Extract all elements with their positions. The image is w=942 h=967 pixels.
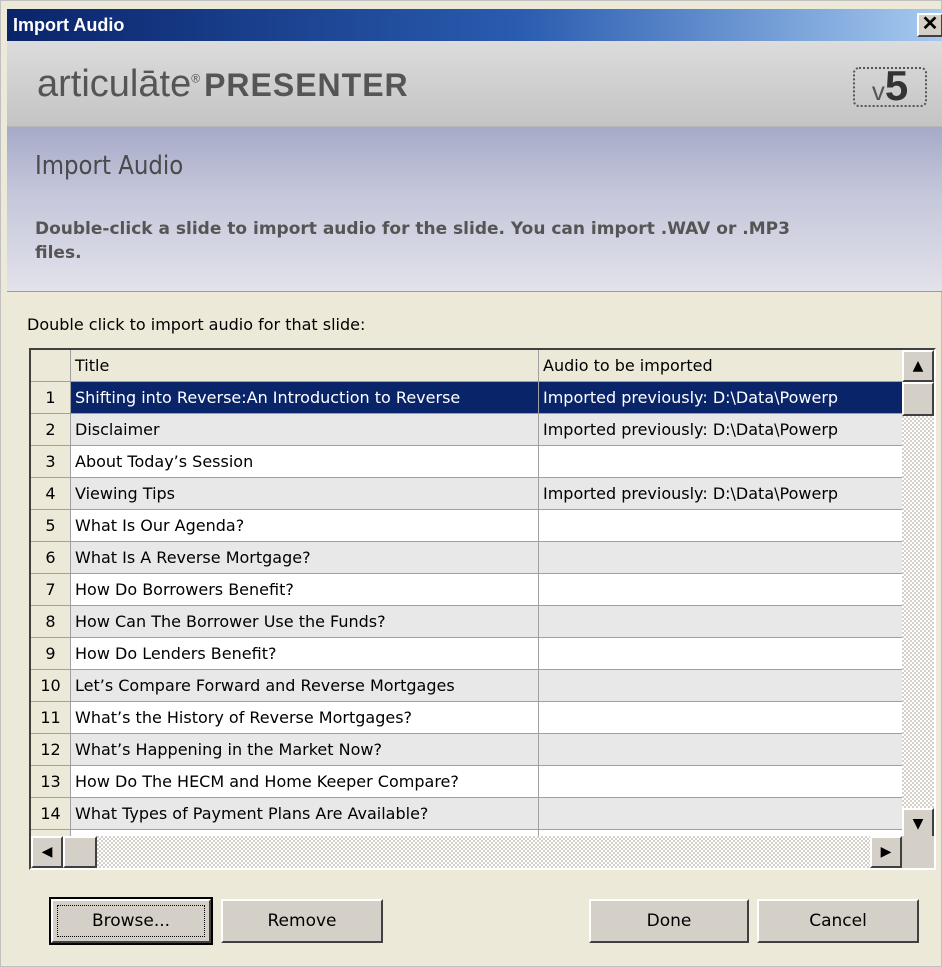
row-number: 5 — [31, 510, 71, 542]
dialog-header: Import Audio Double-click a slide to imp… — [7, 127, 942, 292]
vertical-scroll-thumb[interactable] — [902, 382, 934, 416]
audio-path-cell[interactable] — [539, 798, 902, 830]
logo-text-suffix: te — [159, 63, 192, 105]
scroll-left-icon[interactable]: ◀ — [31, 836, 63, 868]
row-number: 4 — [31, 478, 71, 510]
audio-path-cell[interactable] — [539, 702, 902, 734]
slide-title-cell[interactable]: What Is A Reverse Mortgage? — [71, 542, 539, 574]
column-header-number — [31, 350, 71, 382]
row-number: 11 — [31, 702, 71, 734]
slide-title-cell[interactable]: What Is Our Agenda? — [71, 510, 539, 542]
table-row[interactable]: 3 About Today’s Session — [31, 446, 902, 478]
row-number: 12 — [31, 734, 71, 766]
slide-title-cell[interactable]: How Do Lenders Benefit? — [71, 638, 539, 670]
audio-path-cell[interactable] — [539, 542, 902, 574]
slide-title-cell[interactable]: What’s Happening in the Market Now? — [71, 734, 539, 766]
version-badge: v5 — [853, 65, 927, 107]
logo-product-name: PRESENTER — [204, 67, 409, 103]
remove-button[interactable]: Remove — [221, 899, 383, 943]
version-prefix: v — [871, 76, 885, 106]
audio-path-cell[interactable] — [539, 606, 902, 638]
table-row[interactable]: 10 Let’s Compare Forward and Reverse Mort… — [31, 670, 902, 702]
audio-path-cell[interactable]: Imported previously: D:\Data\Powerp — [539, 414, 902, 446]
remove-button-label: Remove — [267, 911, 337, 931]
logo-registered-mark: ® — [191, 71, 201, 86]
horizontal-scrollbar[interactable]: ◀ ▶ — [31, 836, 902, 868]
audio-path-cell[interactable] — [539, 510, 902, 542]
table-row[interactable]: 11 What’s the History of Reverse Mortgage… — [31, 702, 902, 734]
cancel-button-label: Cancel — [809, 911, 867, 931]
slide-title-cell[interactable]: How Can The Borrower Use the Funds? — [71, 606, 539, 638]
slides-grid[interactable]: Title Audio to be imported 1 Shifting int… — [29, 348, 936, 870]
instruction-label: Double click to import audio for that sl… — [27, 315, 366, 334]
table-row[interactable]: 6 What Is A Reverse Mortgage? — [31, 542, 902, 574]
scroll-right-icon[interactable]: ▶ — [870, 836, 902, 868]
page-title: Import Audio — [35, 151, 184, 181]
audio-path-cell[interactable] — [539, 670, 902, 702]
row-number: 7 — [31, 574, 71, 606]
window-title: Import Audio — [13, 15, 125, 35]
table-row[interactable]: 2 Disclaimer Imported previously: D:\Data\… — [31, 414, 902, 446]
column-header-title[interactable]: Title — [71, 350, 539, 382]
slide-title-cell[interactable]: Viewing Tips — [71, 478, 539, 510]
scroll-up-icon[interactable]: ▲ — [902, 350, 934, 382]
done-button[interactable]: Done — [589, 899, 749, 943]
audio-path-cell[interactable] — [539, 574, 902, 606]
slide-title-cell[interactable]: About Today’s Session — [71, 446, 539, 478]
audio-path-cell[interactable] — [539, 638, 902, 670]
row-number: 6 — [31, 542, 71, 574]
table-row[interactable]: 8 How Can The Borrower Use the Funds? — [31, 606, 902, 638]
audio-path-cell[interactable] — [539, 446, 902, 478]
logo-text-a: ā — [138, 63, 160, 105]
audio-path-cell[interactable]: Imported previously: D:\Data\Powerp — [539, 478, 902, 510]
import-audio-dialog: Import Audio ✕ articulāte® PRESENTER v5 I… — [0, 0, 942, 967]
page-description: Double-click a slide to import audio for… — [35, 219, 790, 263]
row-number: 2 — [31, 414, 71, 446]
slide-title-cell[interactable]: Let’s Compare Forward and Reverse Mortga… — [71, 670, 539, 702]
vertical-scrollbar[interactable]: ▲ ▼ — [902, 350, 934, 840]
slide-title-cell[interactable]: Disclaimer — [71, 414, 539, 446]
grid-viewport: Title Audio to be imported 1 Shifting int… — [31, 350, 902, 840]
slide-title-cell[interactable]: How Do Borrowers Benefit? — [71, 574, 539, 606]
focus-rect — [57, 905, 205, 937]
close-icon[interactable]: ✕ — [917, 13, 942, 37]
row-number: 9 — [31, 638, 71, 670]
row-number: 8 — [31, 606, 71, 638]
audio-path-cell[interactable]: Imported previously: D:\Data\Powerp — [539, 382, 902, 414]
slide-title-cell[interactable]: What Types of Payment Plans Are Availabl… — [71, 798, 539, 830]
table-row[interactable]: 5 What Is Our Agenda? — [31, 510, 902, 542]
column-header-audio[interactable]: Audio to be imported — [539, 350, 902, 382]
browse-button[interactable]: Browse... — [49, 897, 213, 945]
table-row[interactable]: 14 What Types of Payment Plans Are Availa… — [31, 798, 902, 830]
grid-header-row: Title Audio to be imported — [31, 350, 902, 382]
row-number: 14 — [31, 798, 71, 830]
brand-banner: articulāte® PRESENTER v5 — [7, 41, 942, 127]
row-number: 1 — [31, 382, 71, 414]
slide-title-cell[interactable]: Shifting into Reverse:An Introduction to… — [71, 382, 539, 414]
scrollbar-corner — [902, 836, 934, 868]
articulate-logo: articulāte® PRESENTER — [37, 63, 409, 106]
table-row[interactable]: 9 How Do Lenders Benefit? — [31, 638, 902, 670]
table-row[interactable]: 7 How Do Borrowers Benefit? — [31, 574, 902, 606]
table-row[interactable]: 12 What’s Happening in the Market Now? — [31, 734, 902, 766]
cancel-button[interactable]: Cancel — [757, 899, 919, 943]
table-row[interactable]: 1 Shifting into Reverse:An Introduction t… — [31, 382, 902, 414]
table-row[interactable]: 4 Viewing Tips Imported previously: D:\Dat… — [31, 478, 902, 510]
audio-path-cell[interactable] — [539, 766, 902, 798]
row-number: 10 — [31, 670, 71, 702]
slide-title-cell[interactable]: How Do The HECM and Home Keeper Compare? — [71, 766, 539, 798]
horizontal-scroll-thumb[interactable] — [63, 836, 97, 868]
table-row[interactable]: 13 How Do The HECM and Home Keeper Compar… — [31, 766, 902, 798]
title-bar[interactable]: Import Audio ✕ — [7, 9, 942, 41]
logo-text-prefix: articul — [37, 63, 139, 105]
done-button-label: Done — [646, 911, 692, 931]
version-number: 5 — [884, 62, 909, 109]
row-number: 13 — [31, 766, 71, 798]
row-number: 3 — [31, 446, 71, 478]
audio-path-cell[interactable] — [539, 734, 902, 766]
slide-title-cell[interactable]: What’s the History of Reverse Mortgages? — [71, 702, 539, 734]
